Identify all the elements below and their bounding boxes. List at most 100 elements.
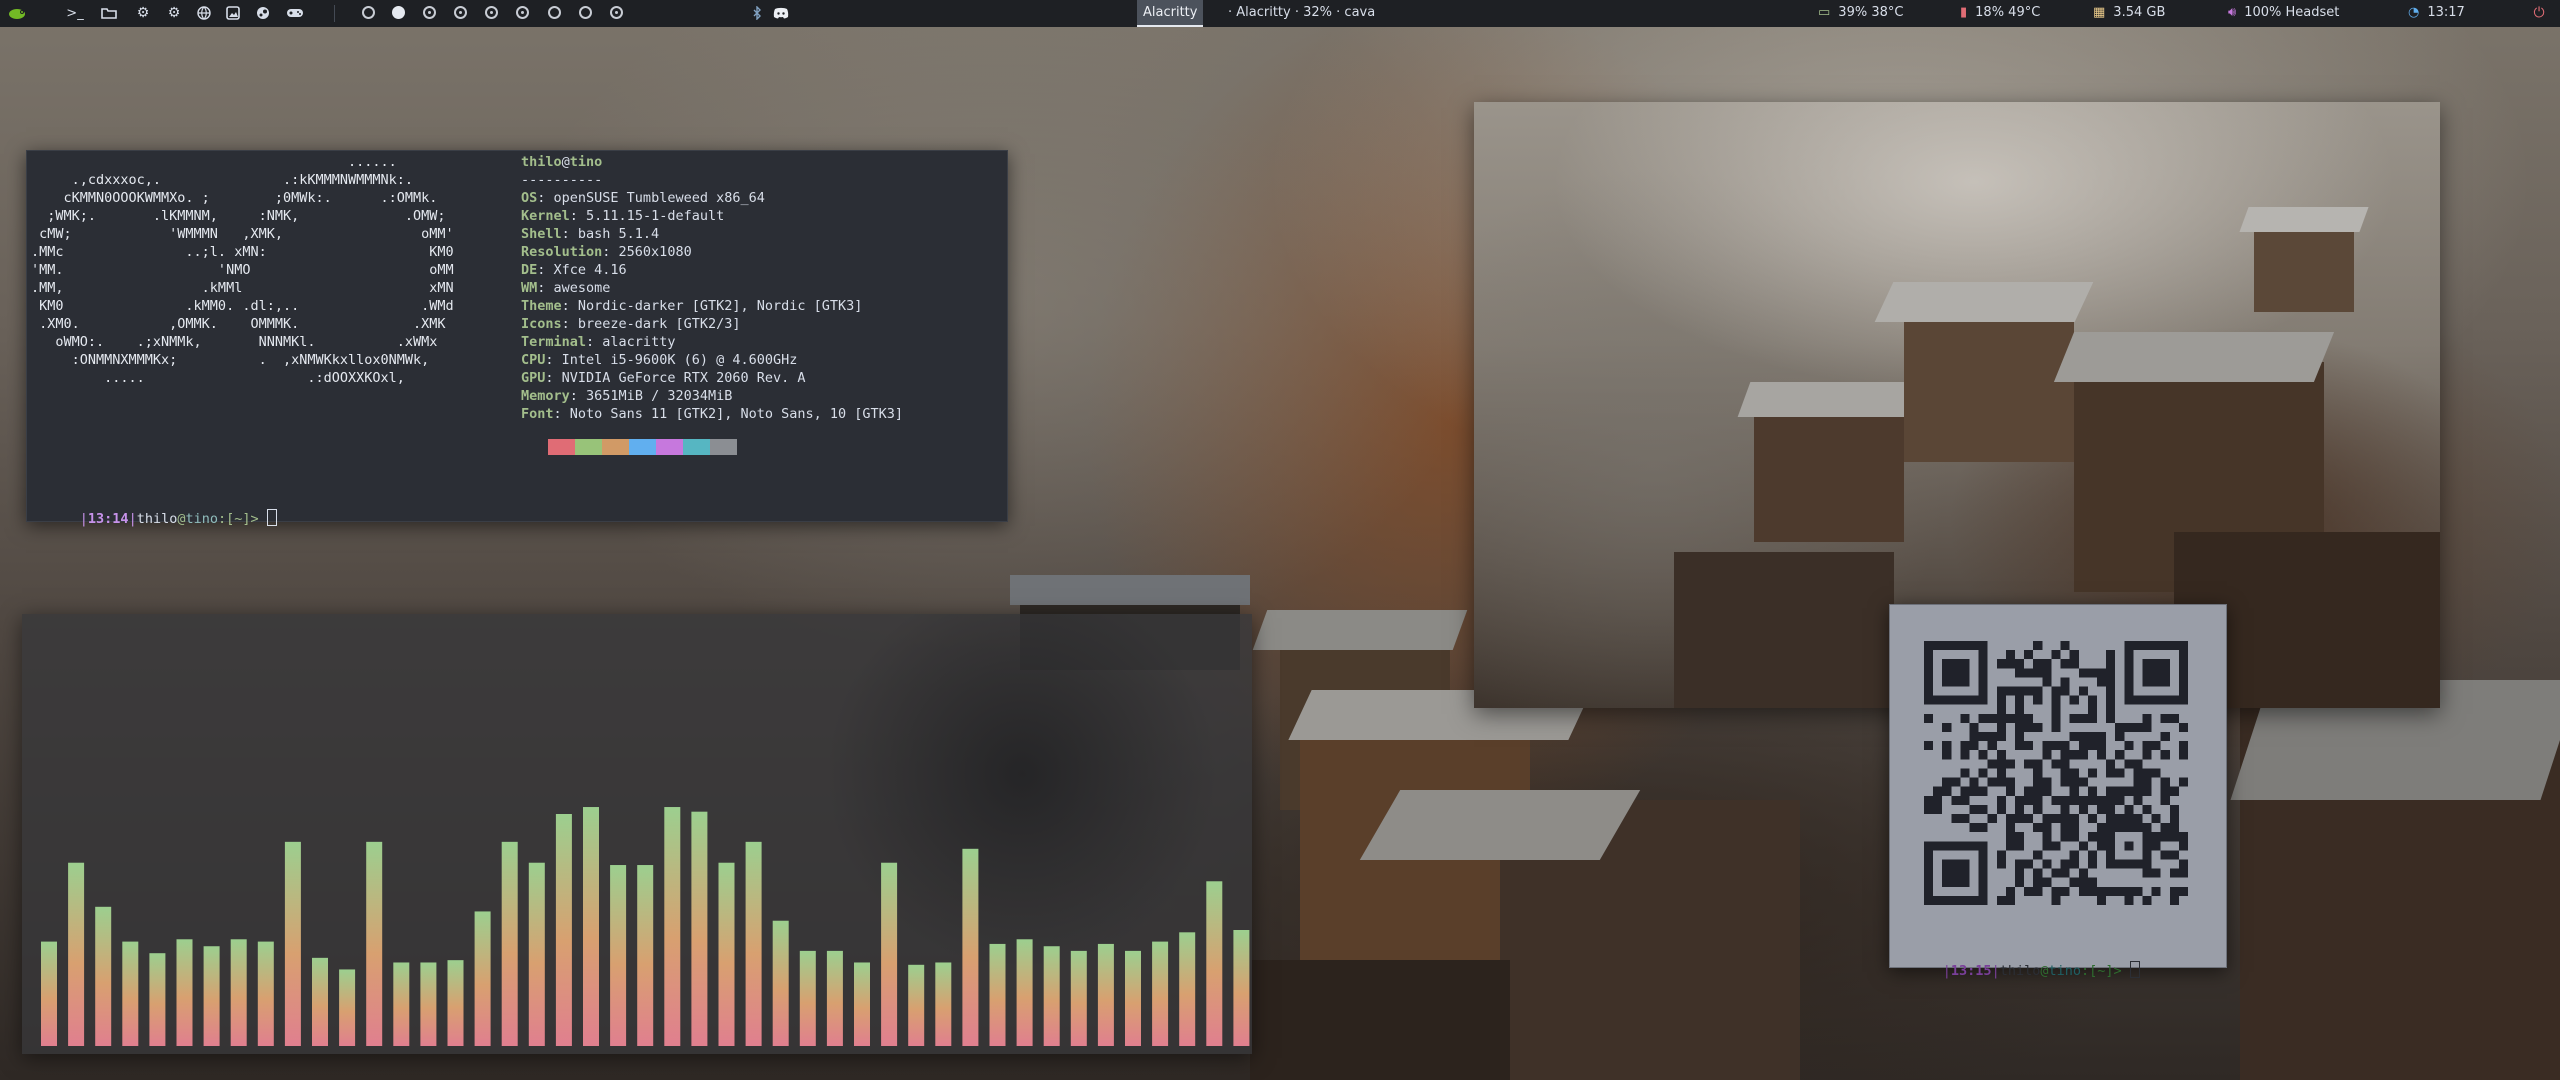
cava-bar xyxy=(935,962,952,1046)
cava-bar xyxy=(1179,932,1196,1046)
workspace-4[interactable] xyxy=(454,6,467,19)
cava-bar xyxy=(854,962,870,1046)
speaker-icon: 🔊︎ xyxy=(2228,5,2237,20)
steam-icon[interactable] xyxy=(252,3,274,23)
cava-bar xyxy=(1152,941,1169,1046)
discord-icon[interactable] xyxy=(770,3,792,23)
distro-ascii-logo: ...... .,cdxxxoc,. .:kKMMMNWMMMNk:. cKMM… xyxy=(31,154,454,386)
cava-bar xyxy=(312,957,328,1046)
cava-bar xyxy=(583,807,599,1046)
text-cursor xyxy=(266,509,277,526)
cava-bar xyxy=(1043,946,1060,1046)
cava-bar xyxy=(447,960,464,1046)
cava-bar xyxy=(339,969,356,1046)
cava-bar xyxy=(881,862,898,1046)
desktop-wallpaper: >_ ⚙ ⚙ Alacritty · Alacritty · 32% · cav… xyxy=(0,0,2560,1080)
cava-bar xyxy=(610,865,627,1046)
cava-bar xyxy=(826,950,843,1046)
terminal-icon[interactable]: >_ xyxy=(64,3,86,23)
image-viewer-icon[interactable] xyxy=(222,3,244,23)
cava-bar xyxy=(1070,950,1087,1046)
taskbar-task-list[interactable]: · Alacritty · 32% · cava xyxy=(1228,0,1375,26)
monitor-icon: ▭ xyxy=(1818,5,1831,20)
cava-bar xyxy=(230,939,247,1046)
workspace-6[interactable] xyxy=(516,6,529,19)
cava-visualizer-window[interactable] xyxy=(22,614,1252,1054)
cava-bar xyxy=(95,906,112,1046)
bluetooth-icon[interactable] xyxy=(746,3,768,23)
palette-swatch xyxy=(656,439,683,455)
power-icon[interactable]: ⏻ xyxy=(2528,3,2550,23)
info-icons: Icons: breeze-dark [GTK2/3] xyxy=(521,316,741,332)
info-gpu: GPU: NVIDIA GeForce RTX 2060 Rev. A xyxy=(521,370,806,386)
terminal-window-neofetch[interactable]: ...... .,cdxxxoc,. .:kKMMMNWMMMNk:. cKMM… xyxy=(26,150,1008,527)
text-cursor xyxy=(2129,961,2140,978)
clock-icon: ◔ xyxy=(2408,5,2420,20)
cava-bar xyxy=(962,848,979,1046)
system-info: thilo@tino ---------- OS: openSUSE Tumbl… xyxy=(521,153,903,423)
cava-bar xyxy=(1125,950,1141,1046)
info-kernel: Kernel: 5.11.15-1-default xyxy=(521,208,725,224)
workspace-9[interactable] xyxy=(610,6,623,19)
cava-bar xyxy=(41,941,57,1046)
palette-swatch xyxy=(521,439,548,455)
workspace-5[interactable] xyxy=(485,6,498,19)
cava-bar xyxy=(501,841,518,1046)
cava-bar xyxy=(176,939,193,1046)
palette-swatch xyxy=(548,439,575,455)
info-resolution: Resolution: 2560x1080 xyxy=(521,244,692,260)
ram-status: ▦ 3.54 GB xyxy=(2093,0,2165,26)
cava-bars xyxy=(41,807,1250,1046)
cava-bar xyxy=(1097,943,1114,1046)
info-de: DE: Xfce 4.16 xyxy=(521,262,627,278)
cava-bar xyxy=(908,964,925,1046)
cava-bar xyxy=(203,946,220,1046)
info-terminal: Terminal: alacritty xyxy=(521,334,676,350)
settings-icon[interactable]: ⚙ xyxy=(132,3,154,23)
cava-bar xyxy=(1233,930,1250,1046)
cava-bar xyxy=(718,862,735,1046)
separator-line: ---------- xyxy=(521,172,603,188)
cava-bar xyxy=(68,862,85,1046)
info-theme: Theme: Nordic-darker [GTK2], Nordic [GTK… xyxy=(521,298,863,314)
palette-swatch xyxy=(629,439,656,455)
separator xyxy=(334,5,335,22)
info-wm: WM: awesome xyxy=(521,280,611,296)
cava-bar xyxy=(799,950,816,1046)
top-panel: >_ ⚙ ⚙ Alacritty · Alacritty · 32% · cav… xyxy=(0,0,2560,27)
cava-bar xyxy=(420,962,437,1046)
terminal-window-qr[interactable]: |13:15|thilo@tino:[~]> xyxy=(1889,604,2227,979)
cava-bar xyxy=(691,811,708,1046)
cava-bar xyxy=(149,953,166,1046)
cava-bar xyxy=(555,814,572,1046)
palette-swatch xyxy=(602,439,629,455)
gpu-status: ▮ 18% 49°C xyxy=(1960,0,2040,26)
user-host: thilo@tino xyxy=(521,154,603,170)
system-settings-icon[interactable]: ⚙ xyxy=(163,3,185,23)
workspace-8[interactable] xyxy=(579,6,592,19)
workspace-3[interactable] xyxy=(423,6,436,19)
workspace-7[interactable] xyxy=(548,6,561,19)
cava-bar xyxy=(664,807,681,1046)
gpu-icon: ▮ xyxy=(1960,5,1968,20)
clock[interactable]: ◔ 13:17 xyxy=(2408,0,2465,26)
cava-bar xyxy=(1206,881,1223,1046)
palette-swatch xyxy=(575,439,602,455)
volume-status[interactable]: 🔊︎ 100% Headset xyxy=(2228,0,2339,26)
ram-icon: ▦ xyxy=(2093,5,2106,20)
gamepad-icon[interactable] xyxy=(284,3,306,23)
opensuse-logo-icon[interactable] xyxy=(6,3,28,23)
cava-bar xyxy=(989,943,1006,1046)
taskbar-task-active[interactable]: Alacritty xyxy=(1137,0,1204,27)
shell-prompt[interactable]: |13:15|thilo@tino:[~]> xyxy=(1894,943,2140,998)
cava-bar xyxy=(393,962,410,1046)
globe-icon[interactable] xyxy=(193,3,215,23)
folder-icon[interactable] xyxy=(98,3,120,23)
cava-bar xyxy=(474,911,491,1046)
workspace-2[interactable] xyxy=(392,6,405,19)
workspace-1[interactable] xyxy=(362,6,375,19)
info-cpu: CPU: Intel i5-9600K (6) @ 4.600GHz xyxy=(521,352,798,368)
cava-bar xyxy=(745,841,762,1046)
shell-prompt[interactable]: |13:14|thilo@tino:[~]> xyxy=(31,491,277,546)
info-os: OS: openSUSE Tumbleweed x86_64 xyxy=(521,190,765,206)
